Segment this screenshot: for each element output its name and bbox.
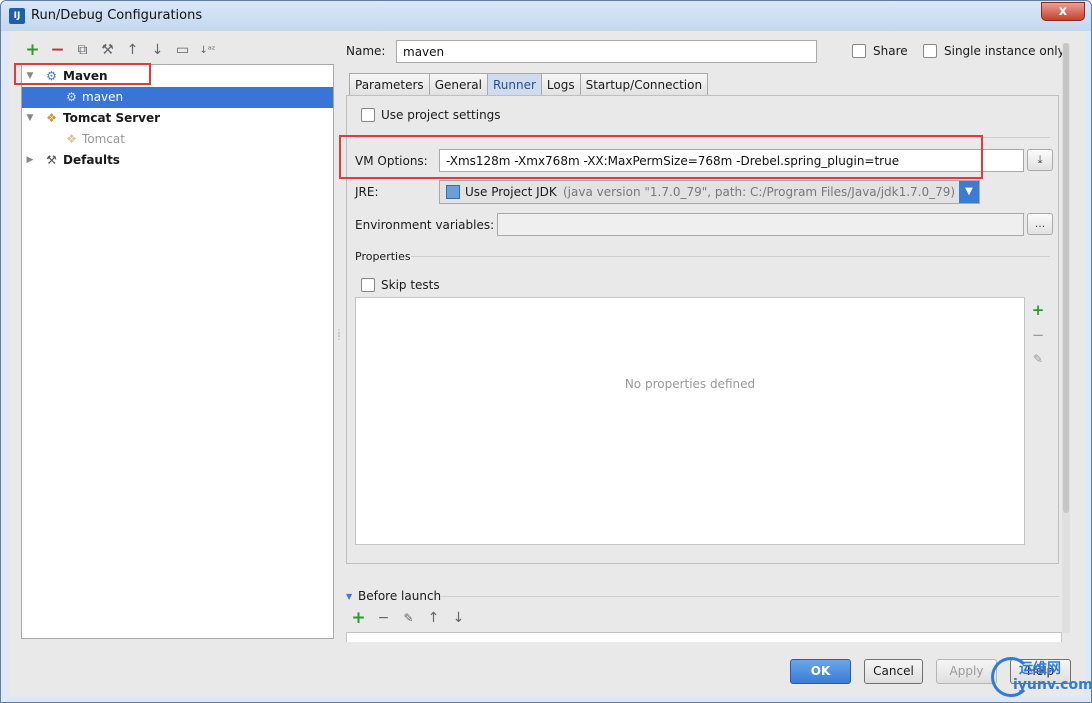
vm-options-input[interactable]: [439, 149, 1024, 172]
title-bar[interactable]: IJ Run/Debug Configurations x: [1, 1, 1091, 31]
before-launch-label: Before launch: [358, 589, 442, 603]
collapse-arrow-icon[interactable]: ▶: [24, 150, 36, 171]
tab-runner[interactable]: Runner: [486, 73, 541, 96]
jre-detail: (java version "1.7.0_79", path: C:/Progr…: [563, 185, 956, 199]
tab-general[interactable]: General: [428, 73, 487, 96]
environment-variables-label: Environment variables:: [355, 218, 495, 232]
tree-item-defaults[interactable]: ▶ ⚒ Defaults: [22, 150, 333, 171]
scrollbar-thumb[interactable]: [1063, 43, 1069, 513]
expand-arrow-icon[interactable]: ▼: [24, 108, 36, 129]
move-down-icon[interactable]: ↓: [148, 41, 167, 60]
environment-variables-browse-button[interactable]: ...: [1027, 213, 1053, 235]
wrench-icon: ⚒: [46, 153, 57, 167]
use-project-settings-label: Use project settings: [381, 108, 501, 122]
tree-item-label: Tomcat: [82, 132, 125, 146]
tree-item-label: Defaults: [63, 153, 120, 167]
use-project-settings-checkbox[interactable]: [361, 108, 375, 122]
cancel-button[interactable]: Cancel: [864, 659, 923, 684]
folder-icon[interactable]: ▭: [173, 41, 192, 60]
jre-select[interactable]: Use Project JDK (java version "1.7.0_79"…: [439, 180, 980, 204]
run-debug-configurations-window: IJ Run/Debug Configurations x + − ⧉ ⚒ ↑ …: [0, 0, 1092, 703]
before-launch-toolbar: + − ✎ ↑ ↓: [349, 609, 468, 628]
empty-properties-text: No properties defined: [624, 377, 756, 391]
gear-icon: ⚙: [66, 90, 77, 104]
vertical-scrollbar[interactable]: [1062, 43, 1070, 633]
jre-value: Use Project JDK: [465, 185, 557, 199]
jdk-icon: [446, 185, 460, 199]
properties-table[interactable]: No properties defined: [355, 297, 1025, 545]
single-instance-label: Single instance only: [944, 44, 1065, 58]
skip-tests-label: Skip tests: [381, 278, 440, 292]
tree-item-tomcat-server[interactable]: ▼ ❖ Tomcat Server: [22, 108, 333, 129]
share-checkbox[interactable]: [852, 44, 866, 58]
chevron-down-icon[interactable]: ▼: [959, 181, 979, 203]
edit-task-icon[interactable]: ✎: [399, 609, 418, 628]
sort-icon[interactable]: ↓ᵃᶻ: [198, 41, 217, 60]
tab-parameters[interactable]: Parameters: [349, 73, 429, 96]
name-input[interactable]: [396, 40, 817, 63]
expand-vm-options-button[interactable]: ⤓: [1027, 149, 1053, 171]
watermark-text-bottom: iyunv.com: [1013, 677, 1092, 693]
collapse-triangle-icon[interactable]: ▼: [346, 592, 352, 601]
tree-item-label: Tomcat Server: [63, 111, 161, 125]
close-button[interactable]: x: [1041, 2, 1085, 21]
copy-icon[interactable]: ⧉: [73, 41, 92, 60]
tomcat-icon: ❖: [46, 111, 57, 125]
share-label: Share: [873, 44, 908, 58]
watermark-text-top: 运维网: [1019, 661, 1061, 677]
move-up-icon[interactable]: ↑: [123, 41, 142, 60]
intellij-logo-icon: IJ: [9, 8, 25, 24]
move-task-up-icon[interactable]: ↑: [424, 609, 443, 628]
single-instance-checkbox[interactable]: [923, 44, 937, 58]
remove-property-icon[interactable]: −: [1030, 327, 1046, 343]
name-label: Name:: [346, 44, 386, 58]
window-title: Run/Debug Configurations: [31, 8, 203, 23]
tree-item-maven-config[interactable]: ⚙ maven: [22, 87, 333, 108]
add-task-icon[interactable]: +: [349, 609, 368, 628]
add-property-icon[interactable]: +: [1030, 302, 1046, 318]
wrench-icon[interactable]: ⚒: [98, 41, 117, 60]
ok-button[interactable]: OK: [790, 659, 851, 684]
tree-item-maven[interactable]: ▼ ⚙ Maven: [22, 66, 333, 87]
vm-options-label: VM Options:: [355, 154, 428, 168]
add-icon[interactable]: +: [23, 41, 42, 60]
before-launch-list[interactable]: [346, 632, 1062, 642]
tab-logs[interactable]: Logs: [540, 73, 580, 96]
expand-arrow-icon[interactable]: ▼: [24, 66, 36, 87]
remove-task-icon[interactable]: −: [374, 609, 393, 628]
splitter-handle[interactable]: ⋮ ⋮: [335, 329, 343, 345]
config-tabs: Parameters General Runner Logs Startup/C…: [349, 73, 709, 96]
edit-property-icon[interactable]: ✎: [1030, 351, 1046, 367]
jre-label: JRE:: [355, 185, 379, 199]
configurations-toolbar: + − ⧉ ⚒ ↑ ↓ ▭ ↓ᵃᶻ: [23, 41, 217, 61]
environment-variables-input[interactable]: [497, 213, 1024, 236]
site-watermark: 运维网 iyunv.com: [983, 655, 1092, 701]
skip-tests-checkbox[interactable]: [361, 278, 375, 292]
separator: [355, 137, 1050, 138]
properties-label: Properties: [355, 250, 411, 263]
tree-item-label: Maven: [63, 69, 108, 83]
move-task-down-icon[interactable]: ↓: [449, 609, 468, 628]
tree-item-label: maven: [82, 90, 124, 104]
configurations-tree[interactable]: ▼ ⚙ Maven ⚙ maven ▼ ❖ Tomcat Server ❖ To…: [21, 64, 334, 639]
separator: [411, 256, 1050, 257]
tomcat-icon: ❖: [66, 132, 77, 146]
gear-icon: ⚙: [46, 69, 57, 83]
remove-icon[interactable]: −: [48, 41, 67, 60]
tab-startup-connection[interactable]: Startup/Connection: [579, 73, 709, 96]
tree-item-tomcat[interactable]: ❖ Tomcat: [22, 129, 333, 150]
separator: [441, 596, 1059, 597]
dialog-body: + − ⧉ ⚒ ↑ ↓ ▭ ↓ᵃᶻ ▼ ⚙ Maven ⚙ maven ▼ ❖ …: [9, 31, 1085, 696]
